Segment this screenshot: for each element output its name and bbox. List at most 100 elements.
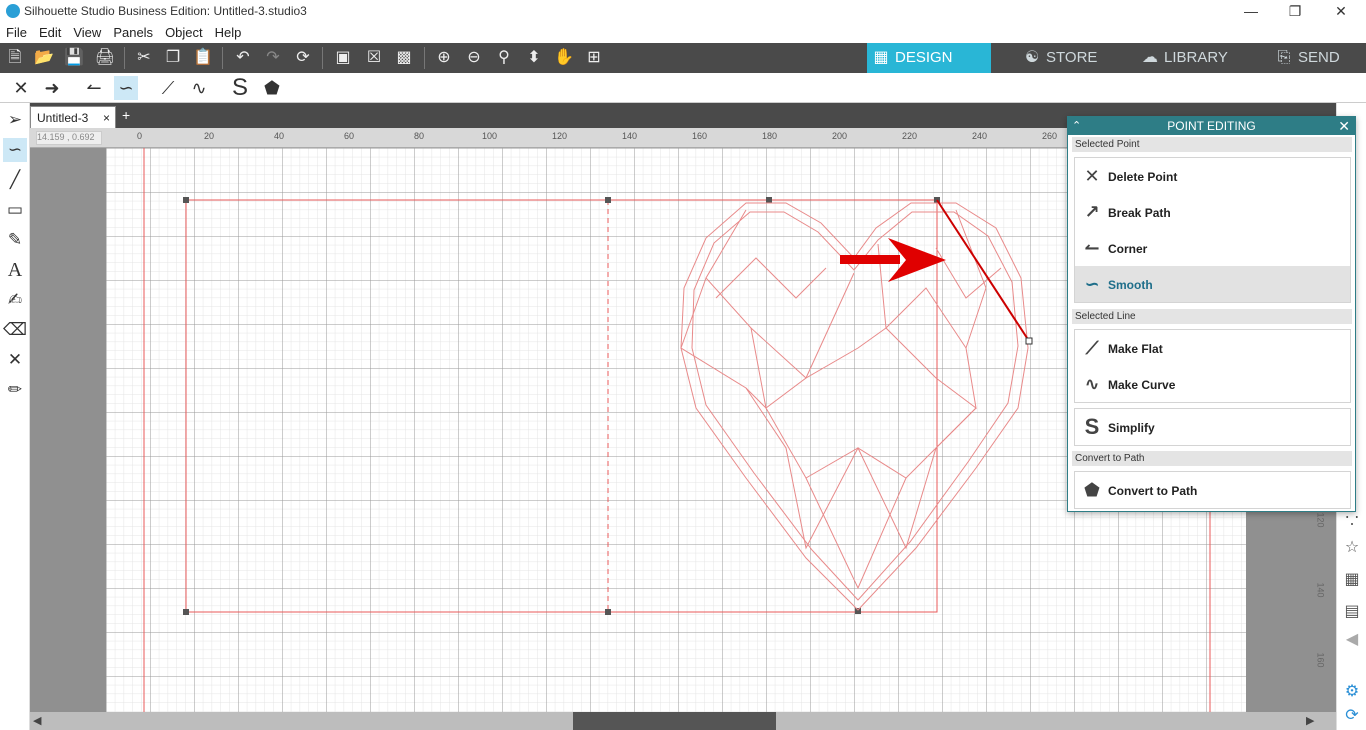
minimize-button[interactable]: — (1236, 2, 1266, 20)
section-selected-line: Selected Line (1072, 309, 1352, 324)
zoom-select-icon[interactable]: ⚲ (493, 48, 515, 68)
menu-edit[interactable]: Edit (33, 22, 67, 40)
restore-button[interactable]: ❐ (1280, 2, 1310, 20)
point-edit-toolbar: ✕ ➜ ↼ ∽ ⟋ ∿ S ⬟ (0, 73, 1366, 103)
menu-object[interactable]: Object (159, 22, 209, 40)
corner-icon: ↼ (1084, 238, 1100, 258)
menu-help[interactable]: Help (209, 22, 248, 40)
delete-point-tool-icon[interactable]: ✕ (9, 76, 33, 100)
convert-to-path-button[interactable]: ⬟ Convert to Path (1075, 472, 1350, 508)
scrollbar-thumb[interactable] (573, 712, 776, 730)
print-icon[interactable]: 🖨 (94, 48, 116, 68)
ruler-tick: 120 (1315, 512, 1326, 528)
left-toolbox: ➢ ∽ ╱ ▭ ✎ A ✍ ⌫ ✕ ✏ (0, 103, 30, 730)
settings-gear-icon[interactable]: ⚙ (1341, 681, 1363, 703)
point-edit-tool-icon[interactable]: ∽ (3, 138, 27, 162)
simplify-label: Simplify (1108, 421, 1155, 435)
ungroup-icon[interactable]: ☒ (363, 48, 385, 68)
simplify-button[interactable]: S Simplify (1075, 409, 1350, 445)
redo-icon[interactable]: ↷ (262, 48, 284, 68)
knife-tool-icon[interactable]: ✕ (3, 348, 27, 372)
collapse-left-icon[interactable]: ◀ (1341, 629, 1363, 651)
select-arrow-icon[interactable]: ➢ (3, 108, 27, 132)
section-convert: Convert to Path (1072, 451, 1352, 466)
sync-icon[interactable]: ⟳ (1341, 705, 1363, 727)
panel-header[interactable]: ⌃ POINT EDITING ✕ (1068, 117, 1355, 135)
simplify-tool-icon[interactable]: S (228, 76, 252, 100)
break-path-button[interactable]: ↗ Break Path (1075, 194, 1350, 230)
hatch-icon[interactable]: ▤ (1341, 601, 1363, 623)
eyedropper-tool-icon[interactable]: ✏ (3, 378, 27, 402)
ruler-tick: 200 (832, 131, 848, 141)
menu-file[interactable]: File (0, 22, 33, 40)
window-title: Silhouette Studio Business Edition: Unti… (24, 4, 307, 18)
tab-design[interactable]: ▦ DESIGN (867, 43, 991, 73)
close-panel-icon[interactable]: ✕ (1338, 117, 1350, 135)
collapse-icon[interactable]: ⌃ (1072, 117, 1081, 135)
select-all-icon[interactable]: ▩ (393, 48, 415, 68)
menu-view[interactable]: View (67, 22, 107, 40)
pencil-tool-icon[interactable]: ✎ (3, 228, 27, 252)
paste-icon[interactable]: 📋 (192, 48, 214, 68)
open-folder-icon[interactable]: 📂 (33, 48, 55, 68)
cut-icon[interactable]: ✂ (133, 48, 155, 68)
menu-panels[interactable]: Panels (107, 22, 159, 40)
main-toolbar: 🗎 📂 💾 🖨 ✂ ❐ 📋 ↶ ↷ ⟳ ▣ ☒ ▩ ⊕ ⊖ ⚲ ⬍ ✋ ⊞ ▦ D… (0, 43, 1366, 73)
fit-page-icon[interactable]: ⬍ (523, 48, 545, 68)
tab-close-icon[interactable]: × (103, 111, 110, 125)
delete-point-label: Delete Point (1108, 170, 1178, 184)
save-icon[interactable]: 💾 (63, 48, 85, 68)
copy-icon[interactable]: ❐ (162, 48, 184, 68)
eraser-tool-icon[interactable]: ⌫ (3, 318, 27, 342)
tab-send[interactable]: ⎘ SEND (1270, 43, 1366, 73)
star-shape-icon[interactable]: ☆ (1341, 537, 1363, 559)
ruler-tick: 20 (204, 131, 215, 141)
scroll-left-icon[interactable]: ◀ (33, 714, 41, 727)
corner-tool-icon[interactable]: ↼ (82, 76, 106, 100)
zoom-out-icon[interactable]: ⊖ (463, 48, 485, 68)
make-flat-button[interactable]: ⟋ Make Flat (1075, 330, 1350, 366)
break-path-tool-icon[interactable]: ➜ (40, 76, 64, 100)
break-path-icon: ↗ (1084, 202, 1100, 222)
delete-point-button[interactable]: ✕ Delete Point (1075, 158, 1350, 194)
tab-library[interactable]: ☁ LIBRARY (1136, 43, 1256, 73)
make-curve-tool-icon[interactable]: ∿ (187, 76, 211, 100)
undo-icon[interactable]: ↶ (232, 48, 254, 68)
trace-tool-icon[interactable]: ✍ (3, 288, 27, 312)
new-file-icon[interactable]: 🗎 (4, 48, 26, 68)
cut-settings-icon[interactable]: ▦ (1341, 569, 1363, 591)
ruler-tick: 40 (274, 131, 285, 141)
ruler-tick: 120 (552, 131, 568, 141)
horizontal-scrollbar[interactable]: ◀ ▶ (30, 712, 1336, 730)
ruler-tick: 180 (762, 131, 778, 141)
rectangle-tool-icon[interactable]: ▭ (3, 198, 27, 222)
make-curve-icon: ∿ (1084, 374, 1100, 394)
smooth-tool-icon[interactable]: ∽ (114, 76, 138, 100)
tab-send-label: SEND (1298, 49, 1340, 66)
ruler-tick: 240 (972, 131, 988, 141)
simplify-box: S Simplify (1074, 408, 1351, 446)
make-curve-button[interactable]: ∿ Make Curve (1075, 366, 1350, 402)
title-bar: Silhouette Studio Business Edition: Unti… (0, 0, 1366, 22)
text-tool-icon[interactable]: A (3, 258, 27, 282)
line-tool-icon[interactable]: ╱ (3, 168, 27, 192)
close-window-button[interactable]: ✕ (1326, 2, 1356, 20)
simplify-icon: S (1084, 414, 1100, 439)
pan-hand-icon[interactable]: ✋ (553, 48, 575, 68)
scroll-right-icon[interactable]: ▶ (1306, 714, 1314, 727)
corner-button[interactable]: ↼ Corner (1075, 230, 1350, 266)
convert-path-tool-icon[interactable]: ⬟ (260, 76, 284, 100)
convert-box: ⬟ Convert to Path (1074, 471, 1351, 509)
refresh-icon[interactable]: ⟳ (292, 48, 314, 68)
document-tab[interactable]: Untitled-3 × (30, 106, 116, 128)
add-tab-button[interactable]: + (122, 107, 130, 123)
tab-store[interactable]: ☯ STORE (1018, 43, 1128, 73)
smooth-button[interactable]: ∽ Smooth (1075, 266, 1350, 302)
add-page-icon[interactable]: ⊞ (583, 48, 605, 68)
make-flat-tool-icon[interactable]: ⟋ (156, 76, 180, 100)
group-icon[interactable]: ▣ (332, 48, 354, 68)
cutter-icon: ⎘ (1277, 49, 1291, 66)
cloud-icon: ☁ (1142, 49, 1158, 66)
smooth-icon: ∽ (1084, 274, 1100, 294)
zoom-in-icon[interactable]: ⊕ (433, 48, 455, 68)
